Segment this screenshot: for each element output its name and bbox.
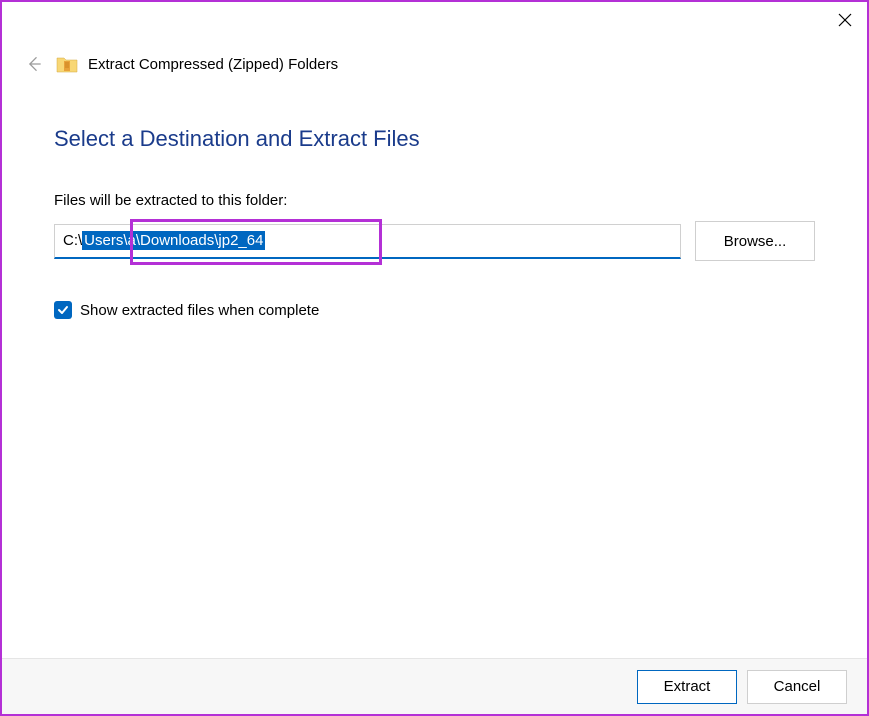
wizard-content: Select a Destination and Extract Files F… bbox=[2, 76, 867, 319]
destination-row: C:\Users\a\Downloads\jp2_64 Browse... bbox=[54, 221, 815, 261]
destination-path-input[interactable]: C:\Users\a\Downloads\jp2_64 bbox=[54, 224, 681, 259]
checkmark-icon bbox=[57, 304, 69, 316]
show-files-checkbox-row: Show extracted files when complete bbox=[54, 301, 815, 319]
destination-label: Files will be extracted to this folder: bbox=[54, 192, 815, 209]
wizard-footer: Extract Cancel bbox=[2, 658, 867, 714]
path-prefix: C:\ bbox=[63, 232, 82, 249]
wizard-header: Extract Compressed (Zipped) Folders bbox=[2, 2, 867, 76]
close-icon bbox=[838, 13, 852, 27]
window-title: Extract Compressed (Zipped) Folders bbox=[88, 56, 338, 73]
show-files-checkbox[interactable] bbox=[54, 301, 72, 319]
back-arrow-icon bbox=[24, 54, 44, 74]
zip-folder-icon bbox=[56, 55, 78, 73]
path-selected-text: Users\a\Downloads\jp2_64 bbox=[82, 231, 265, 250]
extract-button[interactable]: Extract bbox=[637, 670, 737, 704]
show-files-checkbox-label: Show extracted files when complete bbox=[80, 302, 319, 319]
back-button[interactable] bbox=[22, 52, 46, 76]
cancel-button[interactable]: Cancel bbox=[747, 670, 847, 704]
close-button[interactable] bbox=[835, 10, 855, 30]
page-heading: Select a Destination and Extract Files bbox=[54, 126, 815, 152]
browse-button[interactable]: Browse... bbox=[695, 221, 815, 261]
